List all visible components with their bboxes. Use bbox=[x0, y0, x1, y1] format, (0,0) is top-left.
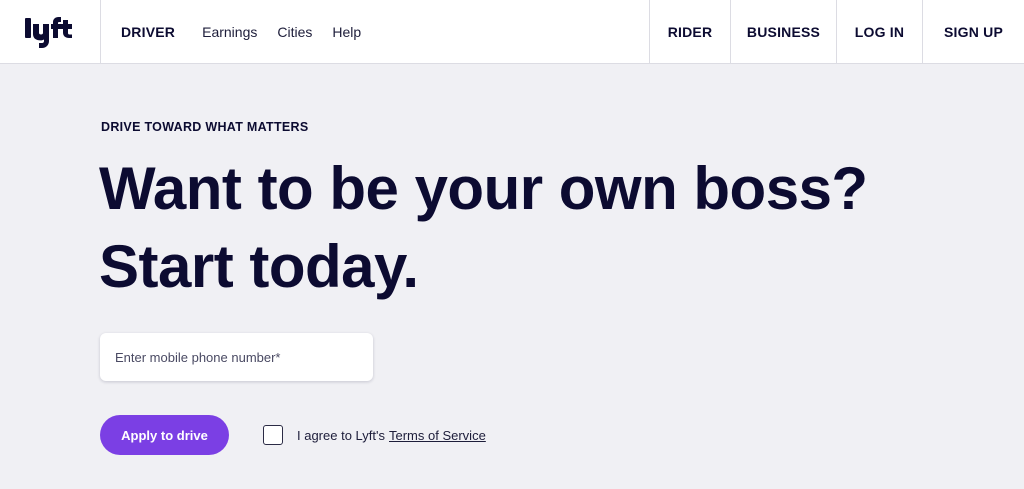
phone-number-input[interactable] bbox=[100, 333, 373, 381]
terms-checkbox[interactable] bbox=[263, 425, 283, 445]
nav-business[interactable]: BUSINESS bbox=[730, 0, 836, 63]
lyft-logo-icon bbox=[25, 17, 72, 48]
terms-of-service-link[interactable]: Terms of Service bbox=[389, 428, 486, 443]
headline-line-1: Want to be your own boss? bbox=[99, 155, 868, 222]
terms-agree-label: I agree to Lyft's bbox=[297, 427, 385, 443]
hero-eyebrow: DRIVE TOWARD WHAT MATTERS bbox=[101, 120, 309, 134]
primary-nav: DRIVER Earnings Cities Help bbox=[101, 0, 649, 63]
hero-headline: Want to be your own boss? Start today. bbox=[99, 150, 959, 306]
nav-driver[interactable]: DRIVER bbox=[121, 24, 175, 40]
signup-button[interactable]: SIGN UP bbox=[922, 0, 1024, 63]
account-nav: RIDER BUSINESS LOG IN SIGN UP bbox=[649, 0, 1024, 63]
nav-cities[interactable]: Cities bbox=[277, 24, 312, 40]
nav-help[interactable]: Help bbox=[332, 24, 361, 40]
terms-agreement: I agree to Lyft's Terms of Service bbox=[263, 425, 486, 445]
nav-earnings[interactable]: Earnings bbox=[202, 24, 257, 40]
login-button[interactable]: LOG IN bbox=[836, 0, 922, 63]
apply-to-drive-button[interactable]: Apply to drive bbox=[100, 415, 229, 455]
nav-rider[interactable]: RIDER bbox=[649, 0, 730, 63]
logo-link[interactable] bbox=[0, 0, 101, 64]
headline-line-2: Start today. bbox=[99, 233, 419, 300]
site-header: DRIVER Earnings Cities Help RIDER BUSINE… bbox=[0, 0, 1024, 64]
